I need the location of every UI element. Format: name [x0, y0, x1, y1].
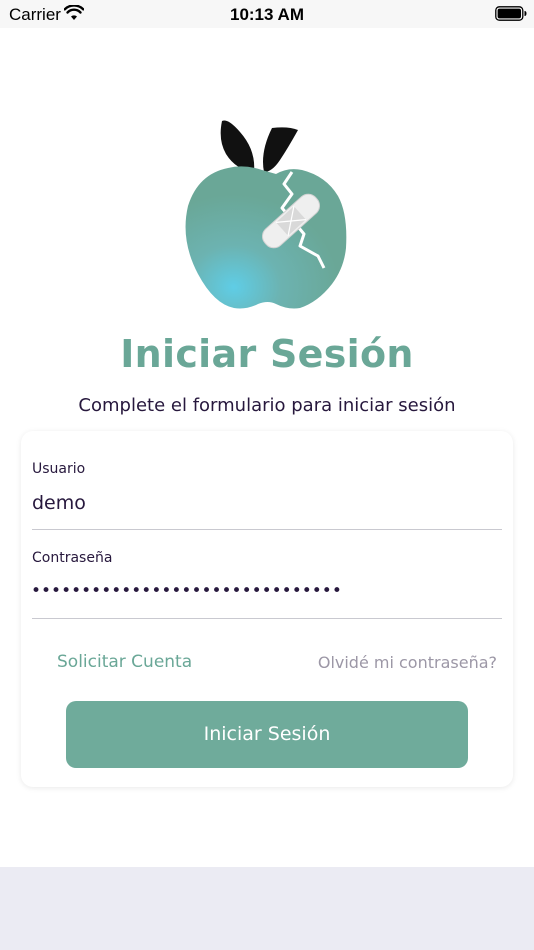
battery-icon: [495, 6, 527, 21]
password-field[interactable]: •••••••••••••••••••••••••••••••: [31, 581, 342, 601]
password-underline: [32, 618, 502, 619]
bandaged-apple-logo-icon: [185, 120, 347, 309]
forgot-password-link[interactable]: Olvidé mi contraseña?: [318, 653, 497, 672]
clock-time: 10:13 AM: [229, 5, 304, 24]
page-subtitle: Complete el formulario para iniciar sesi…: [78, 395, 456, 416]
status-bar: Carrier 10:13 AM: [0, 0, 534, 28]
login-button[interactable]: Iniciar Sesión: [66, 701, 468, 768]
page-title: Iniciar Sesión: [120, 332, 414, 376]
username-field[interactable]: demo: [32, 492, 86, 514]
username-underline: [32, 529, 502, 530]
request-account-link[interactable]: Solicitar Cuenta: [57, 652, 192, 672]
bottom-safe-area: [0, 867, 534, 950]
password-label: Contraseña: [32, 550, 113, 566]
login-form-card: Usuario demo Contraseña ••••••••••••••••…: [21, 431, 513, 787]
username-label: Usuario: [32, 461, 86, 477]
